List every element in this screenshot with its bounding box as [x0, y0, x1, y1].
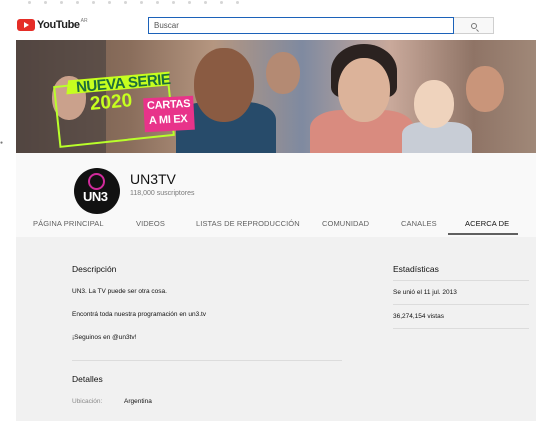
tab-videos[interactable]: VIDEOS [136, 219, 165, 237]
location-label: Ubicación: [72, 398, 103, 405]
description-title: Descripción [72, 264, 117, 274]
youtube-play-icon [17, 19, 35, 31]
channel-header: UN3 UN3TV 118,000 suscriptores PÁGINA PR… [16, 153, 536, 237]
masthead: YouTube AR Buscar [10, 8, 536, 40]
avatar-ring-icon [88, 173, 105, 190]
subscriber-count: 118,000 suscriptores [130, 190, 195, 197]
tab-community[interactable]: COMUNIDAD [322, 219, 369, 237]
banner-title-line2: 2020 [89, 90, 134, 115]
channel-avatar[interactable]: UN3 [74, 168, 120, 214]
search-icon [470, 22, 477, 29]
search-input[interactable]: Buscar [148, 17, 454, 34]
description-line: ¡Seguinos en @un3tv! [72, 334, 137, 341]
divider [393, 304, 529, 305]
description-line: Encontrá toda nuestra programación en un… [72, 311, 207, 318]
divider [72, 360, 342, 361]
stats-joined: Se unió el 11 jul. 2013 [393, 289, 457, 296]
about-section: Descripción UN3. La TV puede ser otra co… [16, 237, 536, 421]
tab-playlists[interactable]: LISTAS DE REPRODUCCIÓN [196, 219, 300, 237]
description-line: UN3. La TV puede ser otra cosa. [72, 288, 167, 295]
channel-name: UN3TV [130, 171, 176, 187]
tab-home[interactable]: PÁGINA PRINCIPAL [33, 219, 104, 237]
banner-pink-line2: A MI EX [148, 113, 188, 127]
search-button[interactable] [454, 17, 494, 34]
avatar-label: UN3 [83, 189, 108, 204]
side-marker: ● [0, 140, 4, 146]
active-tab-indicator [448, 233, 518, 235]
location-value: Argentina [124, 398, 152, 405]
banner-pink-line1: CARTAS [146, 97, 191, 113]
stats-title: Estadísticas [393, 264, 439, 274]
logo-region: AR [80, 18, 88, 24]
details-title: Detalles [72, 374, 103, 384]
divider [393, 328, 529, 329]
stats-views: 36,274,154 vistas [393, 313, 444, 320]
youtube-logo[interactable]: YouTube AR [17, 18, 88, 32]
divider [393, 280, 529, 281]
top-dotted-edge [0, 0, 536, 6]
youtube-page: YouTube AR Buscar NUEVA SERIE 2020 CARTA… [10, 8, 536, 421]
channel-banner: NUEVA SERIE 2020 CARTAS A MI EX [16, 40, 536, 153]
tab-channels[interactable]: CANALES [401, 219, 437, 237]
logo-text: YouTube [37, 19, 80, 31]
